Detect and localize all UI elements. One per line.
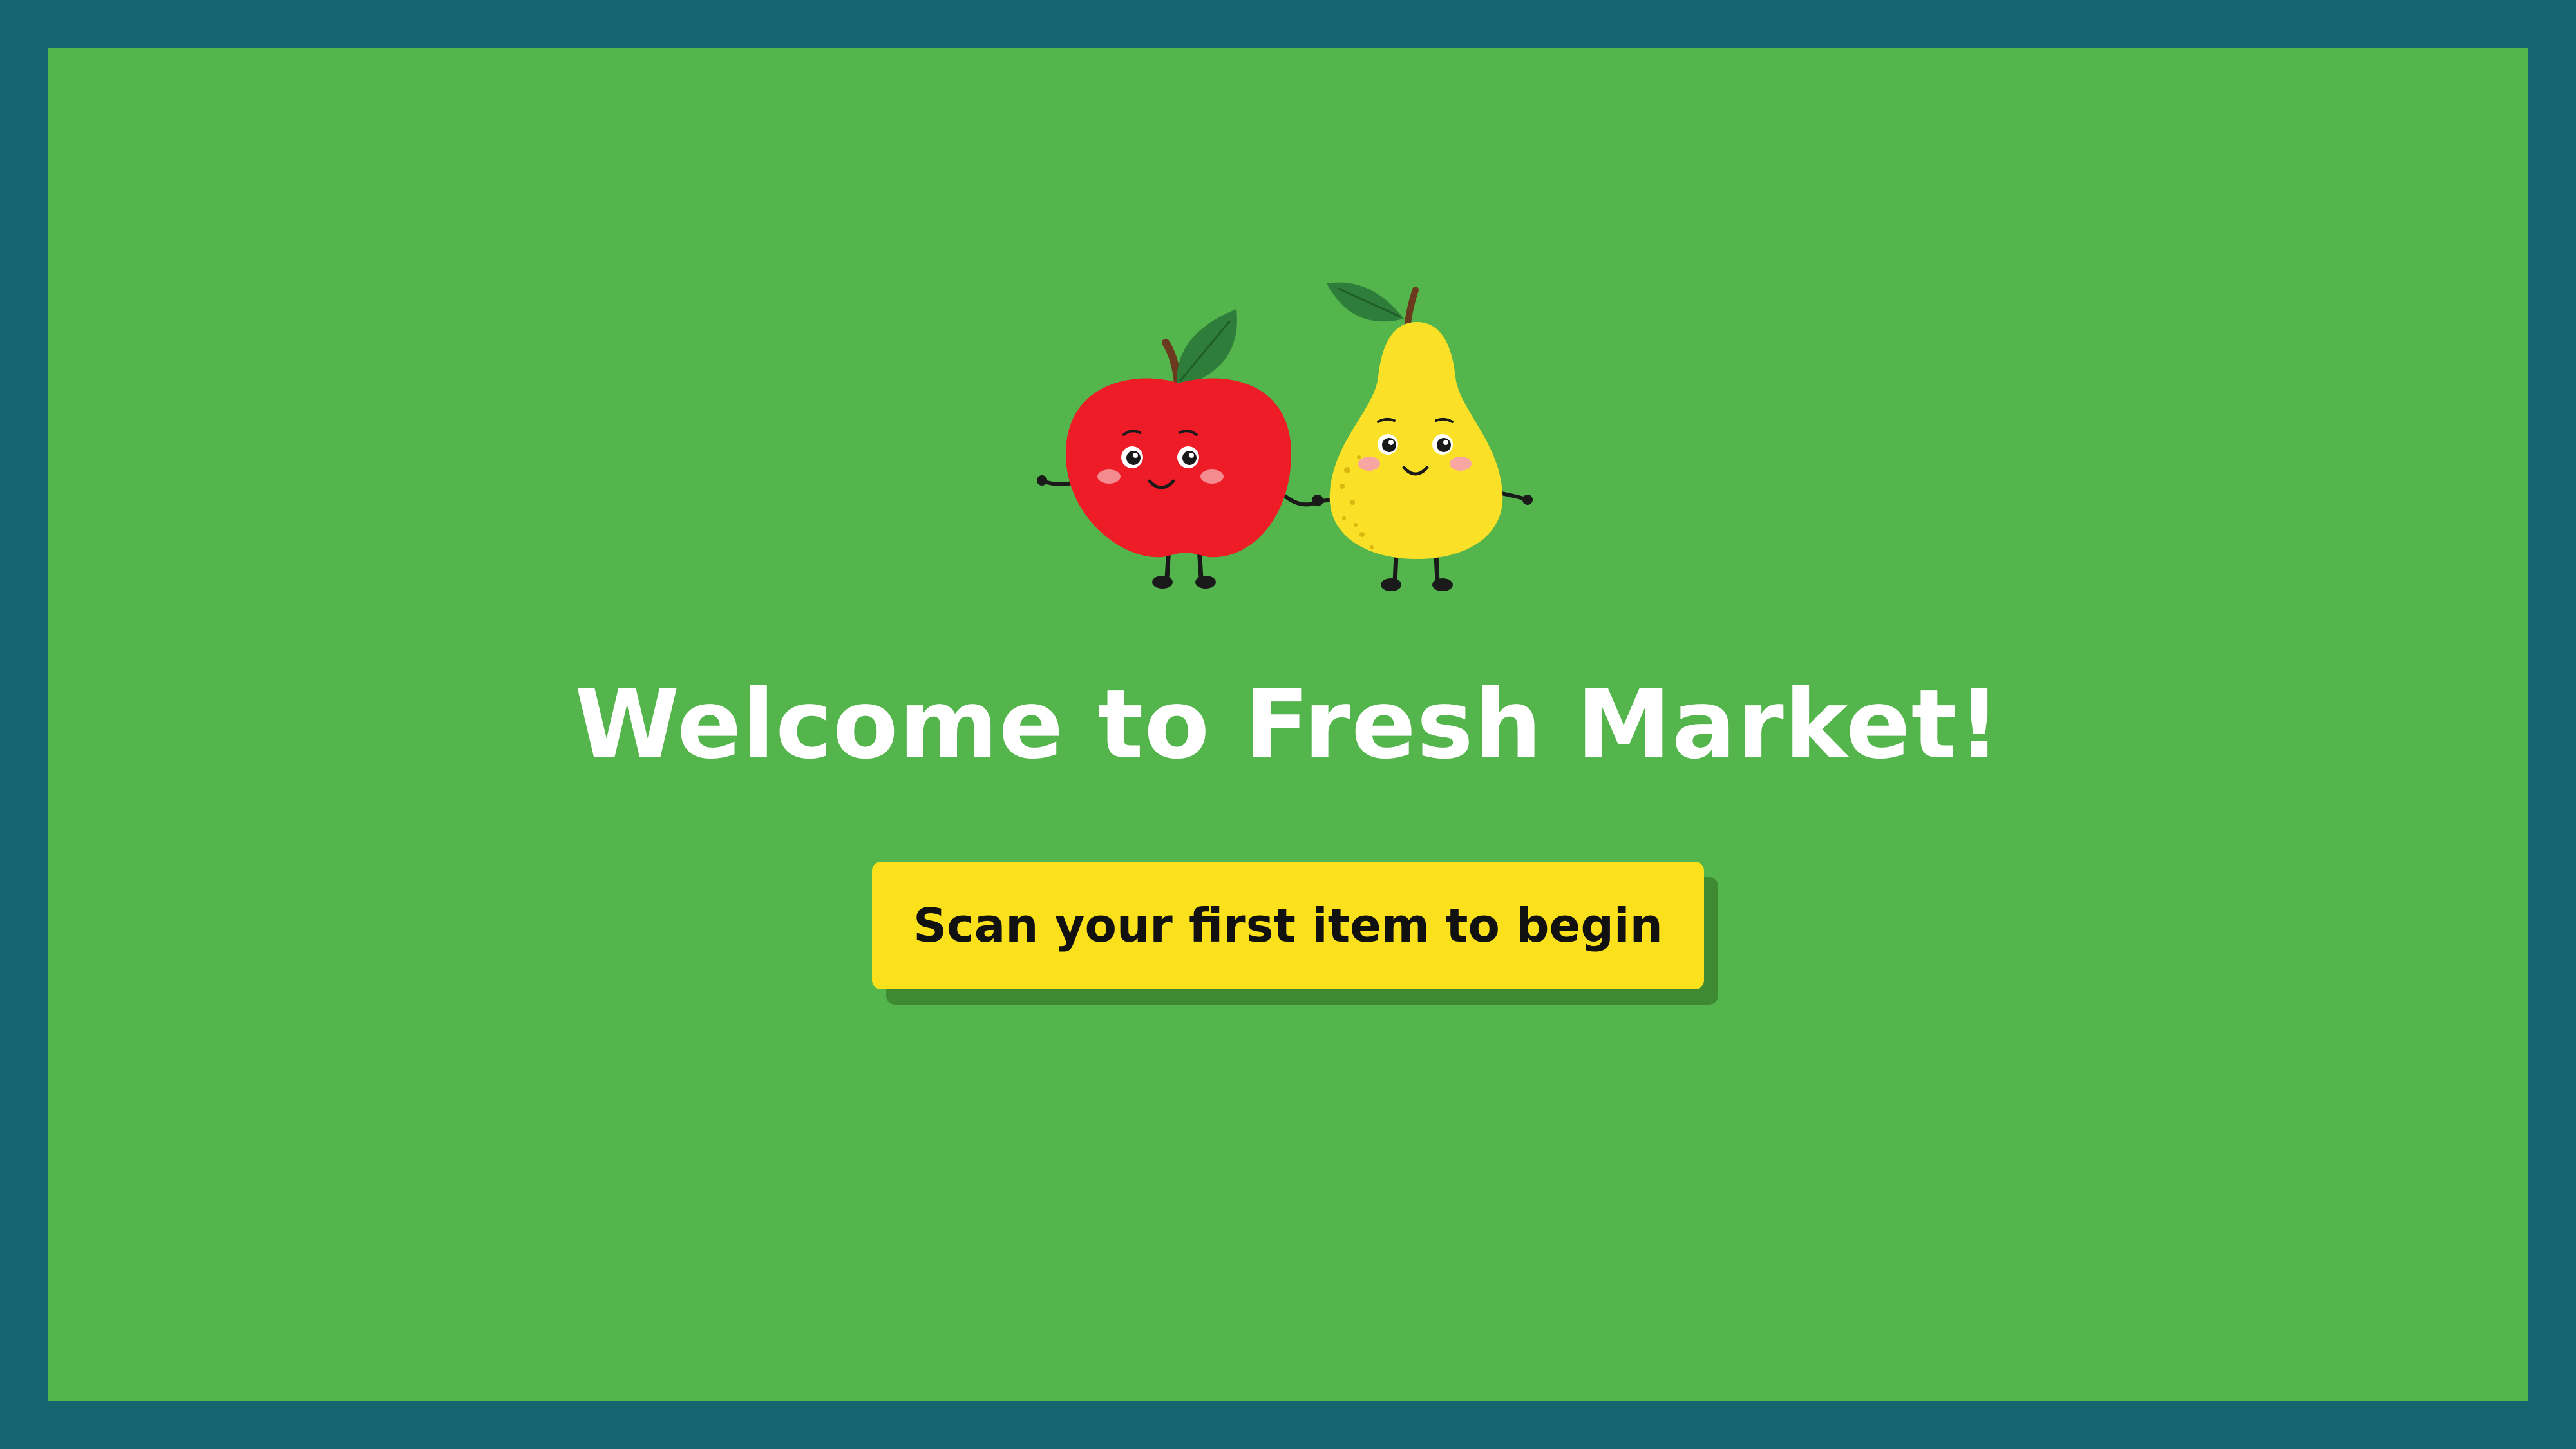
welcome-title: Welcome to Fresh Market! [574,669,2002,780]
scan-to-begin-button[interactable]: Scan your first item to begin [872,862,1704,989]
fruit-mascots-illustration [1030,264,1546,612]
apple-icon [1037,309,1319,589]
pear-icon [1312,282,1533,591]
fruit-mascots-svg [1037,282,1533,591]
